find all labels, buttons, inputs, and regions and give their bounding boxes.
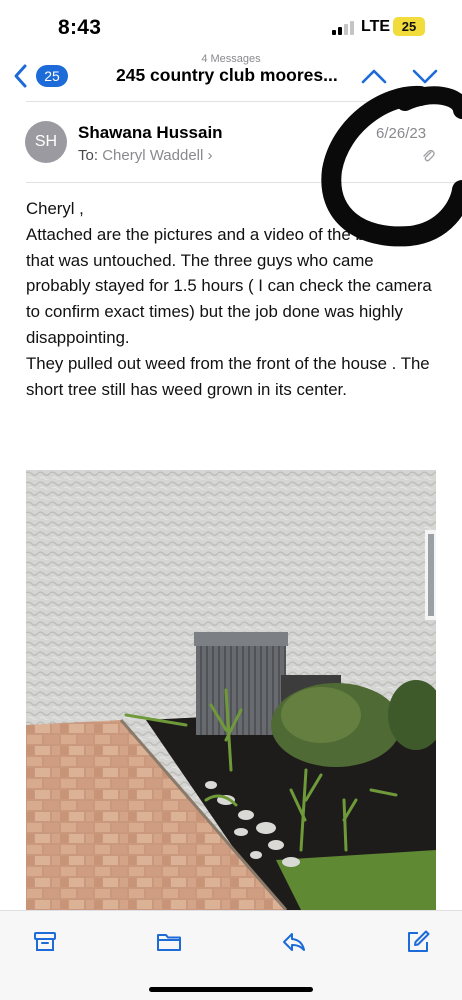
sender-avatar[interactable]: SH xyxy=(25,121,67,163)
back-chevron-icon[interactable] xyxy=(10,62,32,90)
thread-title: 245 country club moores... xyxy=(116,65,338,85)
message-count: 4 Messages xyxy=(201,53,261,65)
marker-scribble-loop xyxy=(321,85,462,247)
attached-backyard-photo[interactable] xyxy=(26,470,436,910)
compose-icon[interactable] xyxy=(405,929,431,955)
body-paragraph-2: They pulled out weed from the front of t… xyxy=(26,353,430,399)
status-bar: 8:43 LTE 25 xyxy=(0,0,462,52)
recipient-name[interactable]: Cheryl Waddell xyxy=(102,147,203,164)
sender-name[interactable]: Shawana Hussain xyxy=(78,123,223,143)
cellular-signal-icon xyxy=(332,21,354,35)
reply-icon[interactable] xyxy=(281,929,307,955)
recipient-line[interactable]: To: Cheryl Waddell › xyxy=(78,147,213,164)
archive-icon[interactable] xyxy=(32,929,58,955)
back-unread-badge[interactable]: 25 xyxy=(36,65,68,87)
status-time: 8:43 xyxy=(58,16,102,39)
to-label: To: xyxy=(78,147,99,164)
battery-icon: 25 xyxy=(393,17,425,36)
folder-icon[interactable] xyxy=(156,929,182,955)
network-label: LTE xyxy=(361,18,391,35)
home-indicator xyxy=(149,987,313,992)
bottom-toolbar xyxy=(0,910,462,1000)
chevron-right-icon: › xyxy=(207,147,213,164)
